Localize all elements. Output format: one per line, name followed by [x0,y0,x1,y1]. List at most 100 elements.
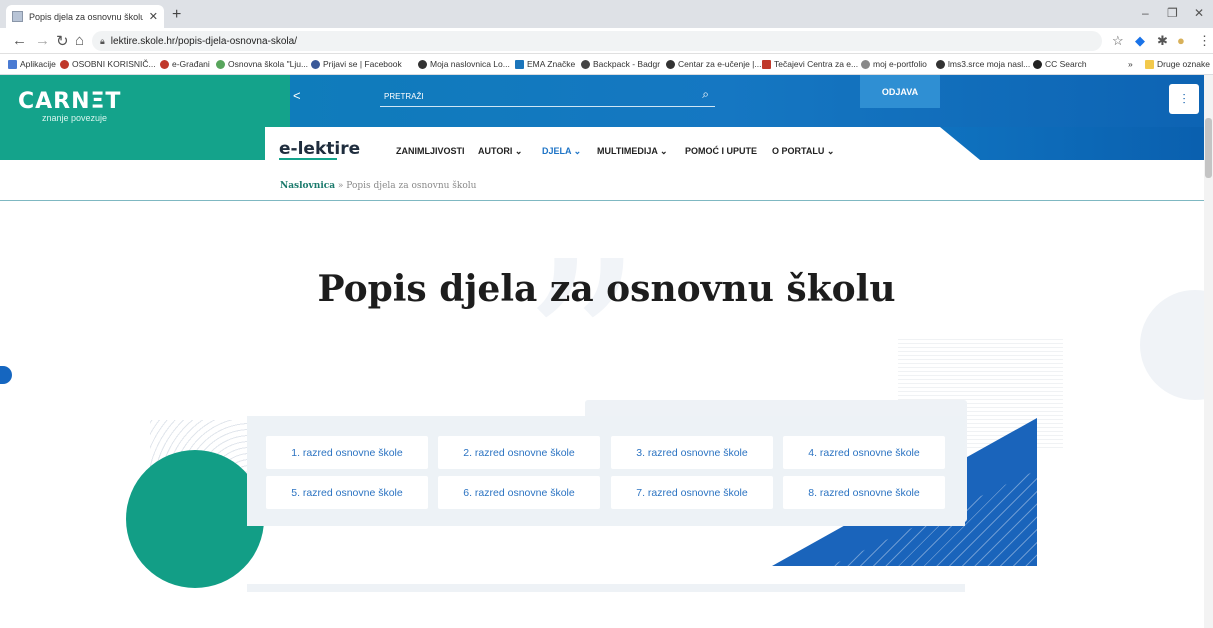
bookmark-item[interactable]: Prijavi se | Facebook [311,59,402,69]
carnet-logo[interactable]: CARNΞT [18,89,121,114]
chevron-double-icon: » [1128,59,1133,69]
bookmark-label: Osnovna škola "Lju... [228,59,309,69]
school-icon [216,59,225,69]
new-tab-button[interactable]: + [172,6,181,24]
scrollbar-thumb[interactable] [1205,118,1212,178]
breadcrumb-current: Popis djela za osnovnu školu [346,181,477,191]
bookmark-item[interactable]: e-Građani [160,59,210,69]
maximize-button[interactable]: ❐ [1167,6,1178,20]
apps-icon [8,59,17,69]
site-header: CARNΞT znanje povezuje < PRETRAŽI ⌕ ODJA… [0,75,1213,160]
facebook-icon [311,59,320,69]
panel-base-strip [247,584,965,592]
url-text: lektire.skole.hr/popis-djela-osnovna-sko… [110,35,297,47]
globe-icon [666,59,675,69]
bookmark-item[interactable]: Aplikacije [8,59,56,69]
close-window-button[interactable]: ✕ [1194,6,1204,20]
bookmark-label: Moja naslovnica Lo... [430,59,510,69]
back-arrow-icon[interactable]: ← [12,32,27,49]
url-bar[interactable]: 🔒︎ lektire.skole.hr/popis-djela-osnovna-… [92,31,1102,51]
bookmark-item[interactable]: Osnovna škola "Lju... [216,59,308,69]
menu-autori[interactable]: AUTORI ⌄ [478,146,522,157]
bookmark-label: e-Građani [172,59,210,69]
grade-link-1[interactable]: 1. razred osnovne škole [266,436,428,469]
menu-zanimljivosti[interactable]: ZANIMLJIVOSTI [396,146,465,156]
logout-button[interactable]: ODJAVA [860,75,940,108]
menu-kebab-icon[interactable]: ⋮ [1198,33,1211,49]
course-icon [762,59,771,69]
cc-icon [1033,59,1042,69]
bookmark-label: OSOBNI KORISNIČ... [72,59,156,69]
breadcrumb-home-link[interactable]: Naslovnica [280,181,335,191]
grade-link-6[interactable]: 6. razred osnovne škole [438,476,600,509]
menu-djela[interactable]: DJELA ⌄ [542,146,581,157]
search-field[interactable]: PRETRAŽI ⌕ [380,85,715,107]
bookmark-label: Aplikacije [20,59,56,69]
bookmark-label: lms3.srce moja nasl... [948,59,1031,69]
tab-close-icon[interactable]: ✕ [149,10,158,23]
breadcrumb-separator: » [335,181,347,191]
more-bookmarks-button[interactable]: » [1128,59,1133,69]
menu-pomoc-i-upute[interactable]: POMOĆ I UPUTE [685,146,757,156]
folder-icon [1145,59,1154,69]
bookmark-label: CC Search [1045,59,1087,69]
globe-icon [418,59,427,69]
grid-icon [160,59,169,69]
lock-icon: 🔒︎ [100,35,105,46]
grade-link-3[interactable]: 3. razred osnovne škole [611,436,773,469]
bookmark-item[interactable]: CC Search [1033,59,1087,69]
bookmark-item[interactable]: Moja naslovnica Lo... [418,59,510,69]
header-divider [0,200,1213,201]
grade-link-8[interactable]: 8. razred osnovne škole [783,476,945,509]
address-toolbar: ← → ↻ ⌂ 🔒︎ lektire.skole.hr/popis-djela-… [0,28,1213,54]
bookmark-label: moj e-portfolio [873,59,927,69]
menu-o-portalu[interactable]: O PORTALU ⌄ [772,146,834,157]
profile-avatar-icon[interactable]: ● [1177,33,1185,48]
home-icon[interactable]: ⌂ [75,32,84,49]
bookmark-item[interactable]: EMA Značke [515,59,575,69]
e-lektire-logo[interactable]: e-lektire [279,139,360,159]
bookmark-item[interactable]: Centar za e-učenje |... [666,59,761,69]
minimize-button[interactable]: – [1142,6,1149,20]
extension-icon[interactable]: ◆ [1135,33,1145,49]
bookmark-label: Druge oznake [1157,59,1210,69]
backpack-icon [581,59,590,69]
grid-icon [60,59,69,69]
globe-icon [936,59,945,69]
grade-link-7[interactable]: 7. razred osnovne škole [611,476,773,509]
bookmark-label: EMA Značke [527,59,576,69]
reload-icon[interactable]: ↻ [56,32,69,50]
star-icon[interactable]: ☆ [1112,33,1124,49]
bookmarks-bar: Aplikacije OSOBNI KORISNIČ... e-Građani … [0,54,1213,75]
bookmark-label: Centar za e-učenje |... [678,59,762,69]
pin-icon [861,59,870,69]
forward-arrow-icon[interactable]: → [35,32,50,49]
grade-link-4[interactable]: 4. razred osnovne škole [783,436,945,469]
bookmark-item[interactable]: moj e-portfolio [861,59,927,69]
puzzle-icon[interactable]: ✱ [1157,33,1168,49]
decor-blue-halfcircle [0,366,12,384]
browser-tab-bar: Popis djela za osnovnu školu – e ✕ + – ❐… [0,0,1213,28]
bookmark-label: Tečajevi Centra za e... [774,59,859,69]
browser-tab[interactable]: Popis djela za osnovnu školu – e ✕ [6,5,164,28]
bookmark-item[interactable]: lms3.srce moja nasl... [936,59,1030,69]
menu-multimedija[interactable]: MULTIMEDIJA ⌄ [597,146,668,157]
decor-green-circle [126,450,264,588]
search-icon[interactable]: ⌕ [702,87,709,102]
settings-sliders-icon[interactable]: ⫶ [1169,84,1199,114]
bookmark-item[interactable]: OSOBNI KORISNIČ... [60,59,156,69]
breadcrumb: Naslovnica » Popis djela za osnovnu škol… [280,181,476,191]
header-blue-slant [940,127,1213,160]
badge-icon [515,59,524,69]
grade-link-5[interactable]: 5. razred osnovne škole [266,476,428,509]
grades-panel [247,416,965,526]
bookmark-item[interactable]: Tečajevi Centra za e... [762,59,858,69]
page-title: Popis djela za osnovnu školu [317,268,896,310]
search-input[interactable]: PRETRAŽI [384,92,424,101]
bookmark-label: Backpack - Badgr [593,59,661,69]
bookmark-item[interactable]: Backpack - Badgr [581,59,660,69]
logo-tagline: znanje povezuje [42,113,108,123]
grade-link-2[interactable]: 2. razred osnovne škole [438,436,600,469]
other-bookmarks-folder[interactable]: Druge oznake [1145,59,1210,69]
share-icon[interactable]: < [293,88,301,103]
